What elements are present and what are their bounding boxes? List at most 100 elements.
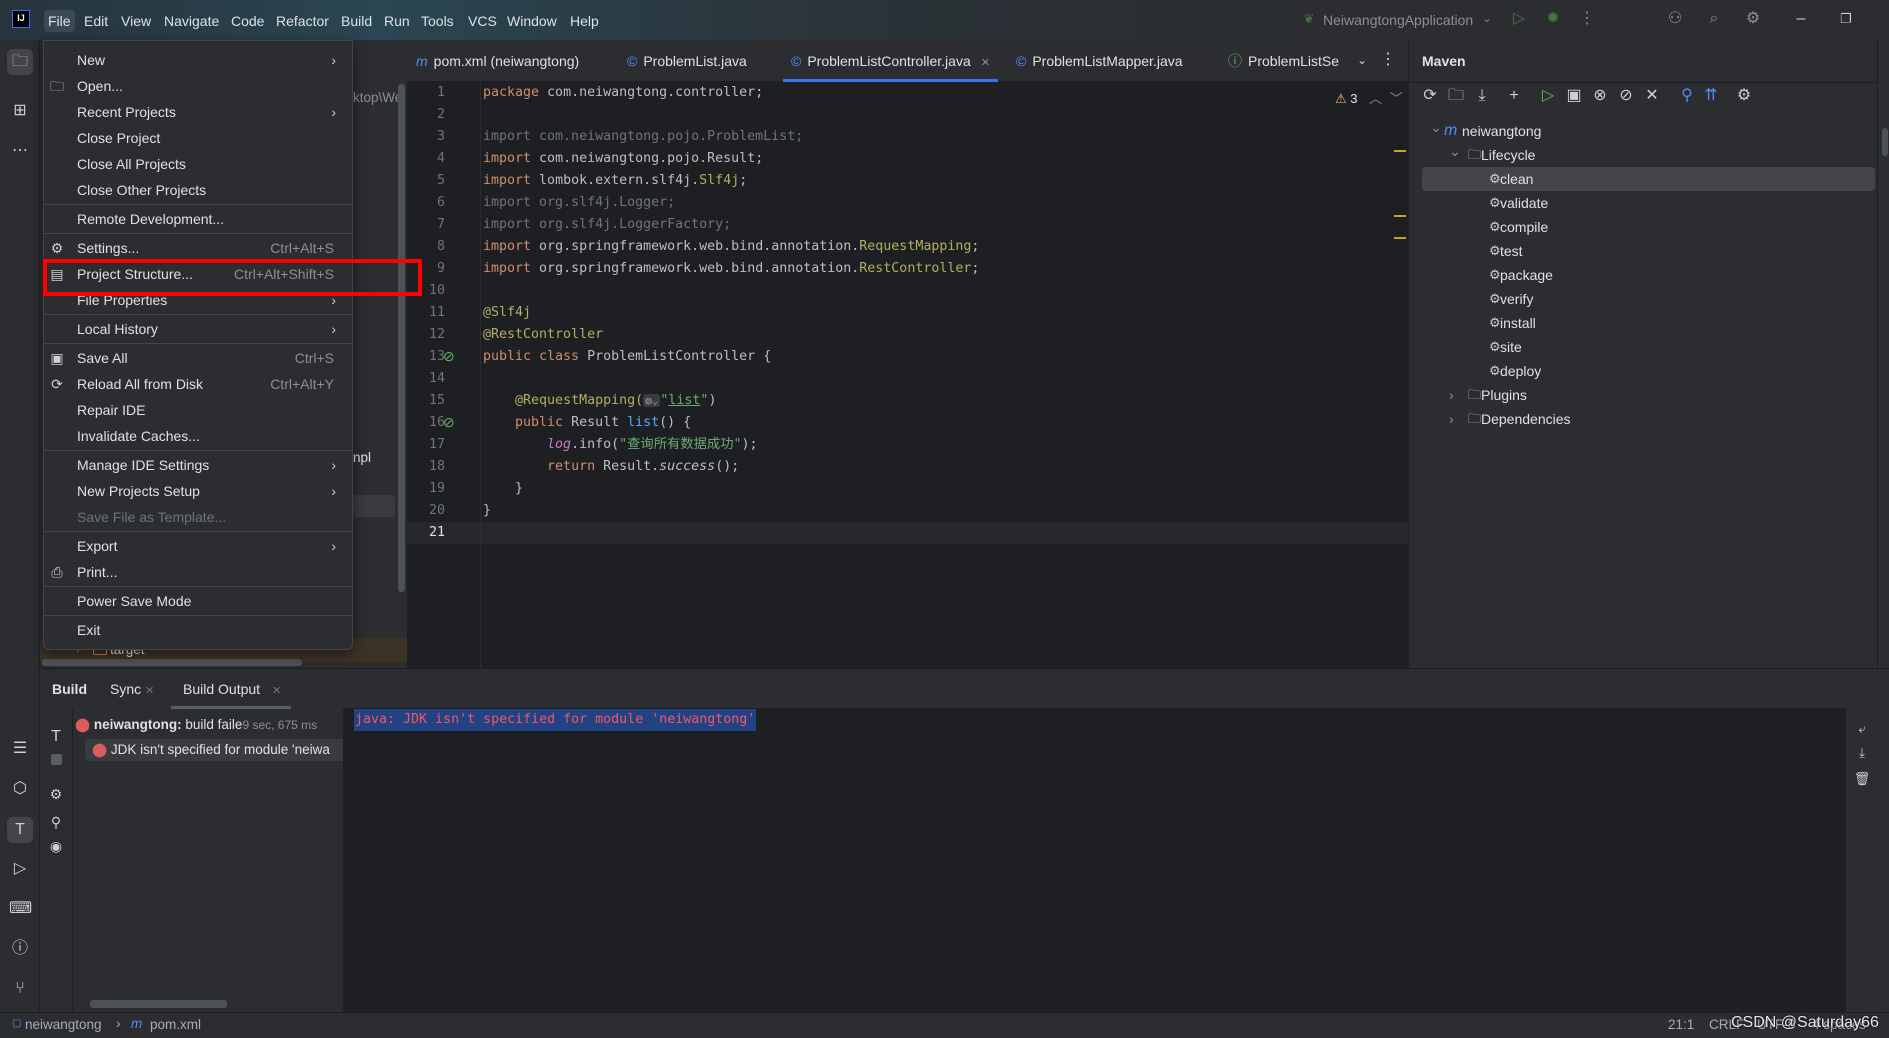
offline-icon[interactable]: ⊗ bbox=[1589, 86, 1611, 108]
chevron-down-icon[interactable]: ⌄ bbox=[1449, 139, 1461, 163]
menu-tools[interactable]: Tools bbox=[417, 10, 458, 32]
more-tools-icon[interactable]: ⋯ bbox=[9, 141, 31, 163]
run-icon[interactable]: ▷ bbox=[1508, 9, 1530, 31]
debug-icon[interactable]: ✹ bbox=[1542, 9, 1564, 31]
settings-icon[interactable]: ⚙ bbox=[1742, 9, 1764, 31]
code-line[interactable]: 14 bbox=[407, 368, 1408, 390]
menu-item-repair-ide[interactable]: Repair IDE bbox=[44, 397, 352, 423]
url-inlay-hint-icon[interactable]: ◍⌄ bbox=[643, 394, 661, 407]
menu-item-power-save-mode[interactable]: Power Save Mode bbox=[44, 588, 352, 614]
tabs-dropdown-icon[interactable]: ⌄ bbox=[1351, 50, 1373, 72]
chevron-right-icon[interactable]: › bbox=[1449, 383, 1454, 407]
terminal-icon[interactable]: ⌨ bbox=[9, 899, 32, 921]
maven-tree-item-site[interactable]: ⚙ site bbox=[1422, 335, 1875, 359]
soft-wrap-icon[interactable]: ⤶ bbox=[1851, 719, 1873, 741]
restore-icon[interactable]: ❐ bbox=[1835, 9, 1857, 31]
code-line[interactable]: 10 bbox=[407, 280, 1408, 302]
services-icon[interactable]: ⬡ bbox=[9, 779, 31, 801]
tab-more-icon[interactable]: ⋮ bbox=[1377, 50, 1399, 72]
problems-icon[interactable]: ⓘ bbox=[9, 939, 31, 961]
code-line[interactable]: 3 import com.neiwangtong.pojo.ProblemList… bbox=[407, 126, 1408, 148]
menu-item-settings[interactable]: ⚙ Settings... Ctrl+Alt+S bbox=[44, 235, 352, 261]
add-user-icon[interactable]: ⚇ bbox=[1664, 9, 1686, 31]
skip-tests-icon[interactable]: ⊘ bbox=[1615, 86, 1637, 108]
maven-settings-icon[interactable]: ⚙ bbox=[1733, 86, 1755, 108]
maven-tree-item-neiwangtong[interactable]: ⌄ m neiwangtong bbox=[1422, 119, 1875, 143]
chevron-down-icon[interactable]: ⌄ bbox=[1476, 9, 1498, 31]
close-icon[interactable]: ✕ bbox=[981, 57, 990, 69]
code-line[interactable]: 7 import org.slf4j.LoggerFactory; bbox=[407, 214, 1408, 236]
build-tree-error-item[interactable]: ⬤ JDK isn't specified for module 'neiwa bbox=[85, 739, 343, 761]
maven-tree-item-lifecycle[interactable]: ⌄ 🗀 Lifecycle bbox=[1422, 143, 1875, 167]
spring-bean-gutter-icon[interactable]: ⊘ bbox=[443, 348, 455, 365]
collapse-icon[interactable]: ✕ bbox=[1641, 86, 1663, 108]
menu-refactor[interactable]: Refactor bbox=[272, 10, 333, 32]
maven-scrollbar[interactable] bbox=[1882, 128, 1888, 156]
stop-icon[interactable] bbox=[51, 754, 62, 765]
code-line[interactable]: 8 import org.springframework.web.bind.ann… bbox=[407, 236, 1408, 258]
maven-tree-item-verify[interactable]: ⚙ verify bbox=[1422, 287, 1875, 311]
maven-tree-item-dependencies[interactable]: › 🗀 Dependencies bbox=[1422, 407, 1875, 431]
code-line[interactable]: 18 return Result.success(); bbox=[407, 456, 1408, 478]
horizontal-scrollbar[interactable] bbox=[90, 1000, 227, 1008]
menu-edit[interactable]: Edit bbox=[80, 10, 112, 32]
request-mapping-gutter-icon[interactable]: ⊘ bbox=[443, 414, 455, 431]
tab-problemlistse[interactable]: ⓘ ProblemListSe bbox=[1228, 40, 1339, 82]
build-hammer-icon[interactable]: T bbox=[45, 727, 67, 749]
chevron-right-icon[interactable]: › bbox=[1449, 407, 1454, 431]
menu-item-close-all-projects[interactable]: Close All Projects bbox=[44, 151, 352, 177]
menu-build[interactable]: Build bbox=[337, 10, 376, 32]
run-config-icon[interactable]: ▣ bbox=[1563, 86, 1585, 108]
maven-tree-item-plugins[interactable]: › 🗀 Plugins bbox=[1422, 383, 1875, 407]
maven-tree-item-deploy[interactable]: ⚙ deploy bbox=[1422, 359, 1875, 383]
collapse-all-icon[interactable]: ⇈ bbox=[1700, 86, 1722, 108]
menu-item-print[interactable]: ⎙ Print... bbox=[44, 559, 352, 585]
menu-run[interactable]: Run bbox=[380, 10, 414, 32]
reload-icon[interactable]: ⟳ bbox=[1419, 86, 1441, 108]
database-icon[interactable]: ☰ bbox=[9, 739, 31, 761]
code-line[interactable]: 21 bbox=[407, 522, 1408, 544]
trash-icon[interactable]: 🗑 bbox=[1851, 769, 1873, 791]
menu-code[interactable]: Code bbox=[227, 10, 268, 32]
menu-item-export[interactable]: Export › bbox=[44, 533, 352, 559]
minimize-icon[interactable]: – bbox=[1790, 9, 1812, 31]
code-line[interactable]: 15 @RequestMapping(◍⌄ "list") bbox=[407, 390, 1408, 412]
close-icon[interactable]: ✕ bbox=[272, 685, 281, 697]
vertical-scrollbar[interactable] bbox=[398, 84, 405, 592]
run-config-selector[interactable]: NeiwangtongApplication bbox=[1323, 12, 1473, 28]
code-line[interactable]: 17 log.info("查询所有数据成功"); bbox=[407, 434, 1408, 456]
menu-window[interactable]: Window bbox=[503, 10, 561, 32]
breadcrumb-file[interactable]: pom.xml bbox=[150, 1017, 201, 1032]
selected-tree-row[interactable] bbox=[353, 495, 395, 517]
add-icon[interactable]: + bbox=[1503, 86, 1525, 108]
tab-problemlist-java[interactable]: © ProblemList.java bbox=[627, 40, 747, 82]
menu-item-new[interactable]: New › bbox=[44, 47, 352, 73]
chevron-down-icon[interactable]: ⌄ bbox=[1430, 115, 1442, 139]
horizontal-scrollbar[interactable] bbox=[42, 659, 302, 666]
code-line[interactable]: 16 public Result list() { bbox=[407, 412, 1408, 434]
menu-item-open[interactable]: 🗀 Open... bbox=[44, 73, 352, 99]
show-dependencies-icon[interactable]: ⚲ bbox=[1676, 86, 1698, 108]
build-hammer-icon[interactable]: T bbox=[7, 817, 33, 843]
code-line[interactable]: 19 } bbox=[407, 478, 1408, 500]
menu-help[interactable]: Help bbox=[566, 10, 603, 32]
maven-tree-item-test[interactable]: ⚙ test bbox=[1422, 239, 1875, 263]
search-icon[interactable]: ⌕ bbox=[1703, 9, 1725, 31]
code-line[interactable]: 9 import org.springframework.web.bind.ann… bbox=[407, 258, 1408, 280]
code-line[interactable]: 4 import com.neiwangtong.pojo.Result; bbox=[407, 148, 1408, 170]
maven-tree-item-clean[interactable]: ⚙ clean bbox=[1422, 167, 1875, 191]
eye-icon[interactable]: ◉ bbox=[45, 836, 67, 858]
breadcrumb-project[interactable]: neiwangtong bbox=[25, 1017, 102, 1032]
maven-tree-item-install[interactable]: ⚙ install bbox=[1422, 311, 1875, 335]
run-tool-icon[interactable]: ▷ bbox=[9, 859, 31, 881]
menu-item-manage-ide-settings[interactable]: Manage IDE Settings › bbox=[44, 452, 352, 478]
menu-item-close-other-projects[interactable]: Close Other Projects bbox=[44, 177, 352, 203]
menu-item-invalidate-caches[interactable]: Invalidate Caches... bbox=[44, 423, 352, 449]
menu-item-local-history[interactable]: Local History › bbox=[44, 316, 352, 342]
code-line[interactable]: 5 import lombok.extern.slf4j.Slf4j; bbox=[407, 170, 1408, 192]
maven-tree-item-validate[interactable]: ⚙ validate bbox=[1422, 191, 1875, 215]
settings-icon[interactable]: ⚙ bbox=[45, 784, 67, 806]
tab-pom-xml-neiwangtong[interactable]: m pom.xml (neiwangtong) bbox=[416, 40, 579, 82]
menu-item-recent-projects[interactable]: Recent Projects › bbox=[44, 99, 352, 125]
run-maven-icon[interactable]: ▷ bbox=[1537, 86, 1559, 108]
